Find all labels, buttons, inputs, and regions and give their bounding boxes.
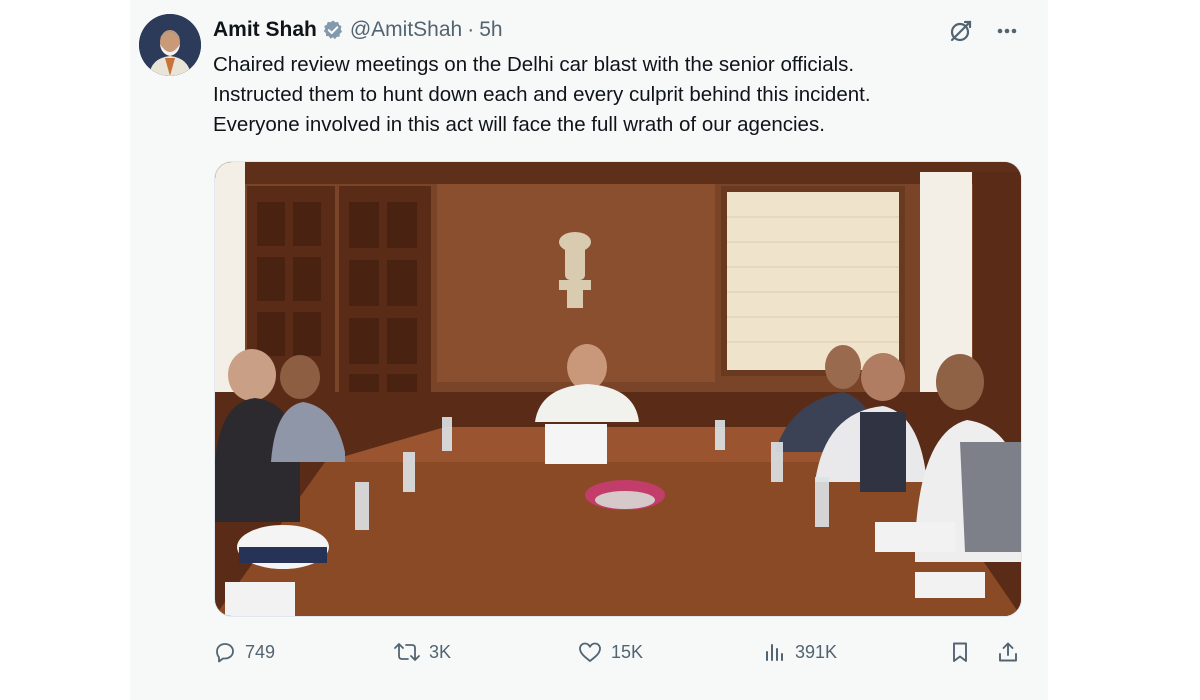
like-icon	[579, 642, 601, 662]
tweet-text-line: Instructed them to hunt down each and ev…	[213, 83, 871, 106]
like-button[interactable]: 15K	[577, 636, 643, 668]
reply-count: 749	[245, 641, 276, 662]
tweet-text-line: Everyone involved in this act will face …	[213, 113, 825, 136]
views-button[interactable]: 391K	[763, 636, 837, 668]
tweet-card[interactable]: Amit Shah @AmitShah · 5h Chaired review …	[130, 0, 1048, 700]
header-actions	[948, 18, 1020, 44]
tweet-text-line: Chaired review meetings on the Delhi car…	[213, 53, 855, 76]
views-count: 391K	[795, 641, 838, 662]
tweet-text: Chaired review meetings on the Delhi car…	[213, 50, 1033, 140]
reply-button[interactable]: 749	[213, 636, 275, 668]
grok-icon[interactable]	[948, 18, 974, 44]
author-name[interactable]: Amit Shah	[213, 18, 317, 42]
repost-count: 3K	[429, 641, 452, 662]
timestamp[interactable]: 5h	[479, 18, 502, 42]
tweet-actions: 749 3K 15K 391K	[213, 636, 1023, 668]
author-handle[interactable]: @AmitShah	[350, 18, 462, 42]
share-icon	[999, 642, 1017, 662]
bookmark-button[interactable]	[948, 636, 972, 668]
views-icon	[766, 644, 783, 661]
repost-icon	[394, 643, 420, 661]
avatar[interactable]	[139, 14, 201, 76]
repost-button[interactable]: 3K	[393, 636, 451, 668]
verified-badge-icon[interactable]	[322, 19, 344, 41]
more-icon[interactable]	[994, 18, 1020, 44]
reply-icon	[216, 643, 234, 663]
bookmark-icon	[953, 642, 967, 662]
like-count: 15K	[611, 641, 644, 662]
share-button[interactable]	[996, 636, 1020, 668]
page: Amit Shah @AmitShah · 5h Chaired review …	[0, 0, 1200, 700]
separator-dot: ·	[467, 18, 475, 41]
tweet-header: Amit Shah @AmitShah · 5h	[213, 14, 503, 46]
tweet-photo[interactable]	[214, 161, 1022, 617]
